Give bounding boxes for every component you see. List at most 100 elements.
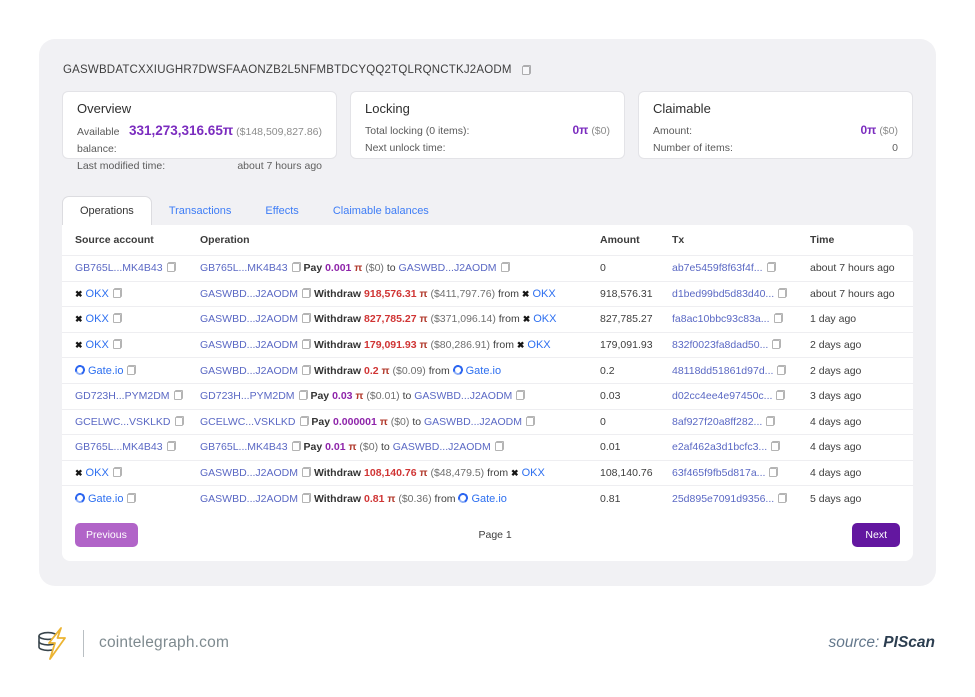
copy-icon[interactable] — [777, 365, 786, 375]
operation-account-link[interactable]: GASWBD...J2AODM — [200, 339, 298, 351]
exchange-name[interactable]: OKX — [86, 288, 109, 300]
copy-icon[interactable] — [113, 339, 122, 349]
exchange-name[interactable]: Gate.io — [88, 493, 123, 505]
copy-icon[interactable] — [127, 365, 136, 375]
okx-exchange-link[interactable]: ✖OKX — [75, 313, 109, 325]
tx-link[interactable]: 63f465f9fb5d817a... — [672, 467, 765, 479]
exchange-name[interactable]: OKX — [533, 313, 556, 325]
operation-account-link[interactable]: GASWBD...J2AODM — [200, 493, 298, 505]
operation-verb: Pay — [303, 262, 322, 274]
operation-account-link[interactable]: GB765L...MK4B43 — [200, 262, 288, 274]
tab-operations[interactable]: Operations — [62, 196, 152, 225]
tx-link[interactable]: 48118dd51861d97d... — [672, 365, 773, 377]
okx-exchange-link[interactable]: ✖OKX — [523, 313, 557, 325]
tx-link[interactable]: e2af462a3d1bcfc3... — [672, 441, 767, 453]
operation-target-link[interactable]: GASWBD...J2AODM — [393, 441, 491, 453]
tx-link[interactable]: 25d895e7091d9356... — [672, 493, 774, 505]
copy-icon[interactable] — [127, 493, 136, 503]
exchange-name[interactable]: Gate.io — [471, 493, 506, 505]
source-account-link[interactable]: GB765L...MK4B43 — [75, 441, 163, 453]
operation-account-link[interactable]: GASWBD...J2AODM — [200, 467, 298, 479]
gateio-exchange-link[interactable]: Gate.io — [75, 365, 123, 377]
operation-amount: 0.03 — [332, 390, 352, 402]
copy-icon[interactable] — [167, 262, 176, 272]
copy-icon[interactable] — [302, 467, 311, 477]
operation-target-link[interactable]: GASWBD...J2AODM — [399, 262, 497, 274]
next-button[interactable]: Next — [852, 523, 900, 547]
okx-exchange-link[interactable]: ✖OKX — [75, 467, 109, 479]
copy-icon[interactable] — [495, 441, 504, 451]
operation-account-link[interactable]: GCELWC...VSKLKD — [200, 416, 296, 428]
locking-title: Locking — [365, 101, 610, 116]
tx-link[interactable]: 832f0023fa8dad50... — [672, 339, 768, 351]
exchange-name[interactable]: Gate.io — [466, 365, 501, 377]
tab-transactions[interactable]: Transactions — [152, 196, 249, 225]
copy-icon[interactable] — [113, 288, 122, 298]
pi-symbol: π — [417, 339, 428, 351]
copy-icon[interactable] — [302, 339, 311, 349]
gateio-exchange-link[interactable]: Gate.io — [75, 493, 123, 505]
copy-icon[interactable] — [175, 416, 184, 426]
exchange-name[interactable]: OKX — [527, 339, 550, 351]
copy-icon[interactable] — [302, 288, 311, 298]
operation-account-link[interactable]: GASWBD...J2AODM — [200, 365, 298, 377]
copy-icon[interactable] — [778, 288, 787, 298]
copy-icon[interactable] — [302, 313, 311, 323]
operation-account-link[interactable]: GD723H...PYM2DM — [200, 390, 295, 402]
source-account-cell: ✖OKX — [75, 288, 200, 300]
okx-exchange-link[interactable]: ✖OKX — [511, 467, 545, 479]
copy-icon[interactable] — [299, 390, 308, 400]
copy-icon[interactable] — [522, 65, 531, 75]
exchange-name[interactable]: OKX — [522, 467, 545, 479]
gateio-exchange-link[interactable]: Gate.io — [453, 365, 501, 377]
exchange-name[interactable]: OKX — [86, 467, 109, 479]
copy-icon[interactable] — [774, 313, 783, 323]
copy-icon[interactable] — [778, 493, 787, 503]
source-account-link[interactable]: GCELWC...VSKLKD — [75, 416, 171, 428]
operation-account-link[interactable]: GB765L...MK4B43 — [200, 441, 288, 453]
tab-claimable-balances[interactable]: Claimable balances — [316, 196, 446, 225]
operation-account-link[interactable]: GASWBD...J2AODM — [200, 288, 298, 300]
tx-link[interactable]: d02cc4ee4e97450c... — [672, 390, 772, 402]
copy-icon[interactable] — [767, 262, 776, 272]
source-account-cell: Gate.io — [75, 365, 200, 377]
exchange-name[interactable]: Gate.io — [88, 365, 123, 377]
operation-target-link[interactable]: GASWBD...J2AODM — [424, 416, 522, 428]
copy-icon[interactable] — [300, 416, 309, 426]
copy-icon[interactable] — [292, 262, 301, 272]
copy-icon[interactable] — [501, 262, 510, 272]
copy-icon[interactable] — [302, 493, 311, 503]
copy-icon[interactable] — [167, 441, 176, 451]
tab-effects[interactable]: Effects — [248, 196, 315, 225]
tx-link[interactable]: 8af927f20a8ff282... — [672, 416, 762, 428]
gateio-exchange-link[interactable]: Gate.io — [458, 493, 506, 505]
operation-account-link[interactable]: GASWBD...J2AODM — [200, 313, 298, 325]
source-account-link[interactable]: GD723H...PYM2DM — [75, 390, 170, 402]
okx-exchange-link[interactable]: ✖OKX — [75, 339, 109, 351]
next-unlock-label: Next unlock time: — [365, 140, 446, 157]
exchange-name[interactable]: OKX — [532, 288, 555, 300]
copy-icon[interactable] — [113, 467, 122, 477]
source-account-link[interactable]: GB765L...MK4B43 — [75, 262, 163, 274]
copy-icon[interactable] — [776, 390, 785, 400]
okx-exchange-link[interactable]: ✖OKX — [75, 288, 109, 300]
copy-icon[interactable] — [174, 390, 183, 400]
copy-icon[interactable] — [292, 441, 301, 451]
copy-icon[interactable] — [771, 441, 780, 451]
okx-exchange-link[interactable]: ✖OKX — [522, 288, 556, 300]
tx-link[interactable]: d1bed99bd5d83d40... — [672, 288, 774, 300]
exchange-name[interactable]: OKX — [86, 313, 109, 325]
copy-icon[interactable] — [516, 390, 525, 400]
copy-icon[interactable] — [302, 365, 311, 375]
tx-link[interactable]: fa8ac10bbc93c83a... — [672, 313, 770, 325]
copy-icon[interactable] — [769, 467, 778, 477]
tx-link[interactable]: ab7e5459f8f63f4f... — [672, 262, 763, 274]
operation-target-link[interactable]: GASWBD...J2AODM — [414, 390, 512, 402]
previous-button[interactable]: Previous — [75, 523, 138, 547]
okx-exchange-link[interactable]: ✖OKX — [517, 339, 551, 351]
copy-icon[interactable] — [766, 416, 775, 426]
exchange-name[interactable]: OKX — [86, 339, 109, 351]
copy-icon[interactable] — [526, 416, 535, 426]
copy-icon[interactable] — [772, 339, 781, 349]
copy-icon[interactable] — [113, 313, 122, 323]
